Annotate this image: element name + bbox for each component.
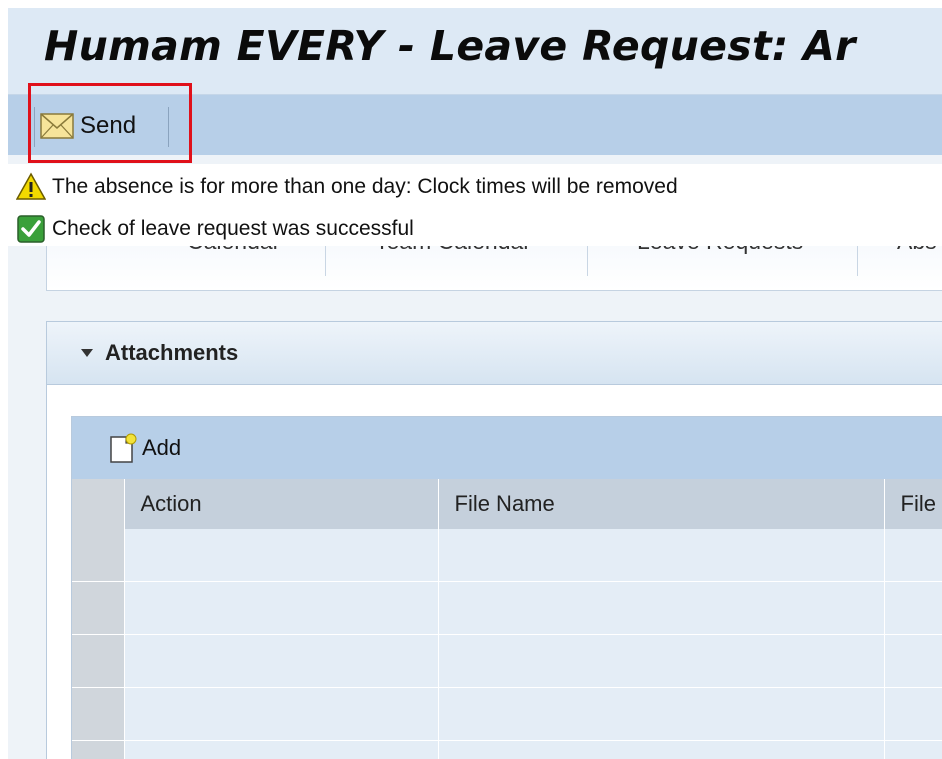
- table-cell: [124, 529, 439, 582]
- attachments-table: Add Action File Name File: [71, 416, 942, 759]
- column-header-file-name[interactable]: File Name: [438, 479, 885, 529]
- new-document-icon: [110, 433, 137, 463]
- table-cell: [438, 529, 885, 582]
- success-message-text: Check of leave request was successful: [52, 217, 414, 240]
- tab-strip: Calendar Team Calendar Leave Requests Ab…: [46, 228, 942, 291]
- table-row[interactable]: [72, 581, 942, 635]
- row-selector[interactable]: [72, 634, 125, 688]
- table-cell: [884, 581, 942, 635]
- attachments-title: Attachments: [105, 340, 239, 365]
- table-cell: [438, 634, 885, 688]
- table-cell: [124, 687, 439, 741]
- row-selector[interactable]: [72, 740, 125, 759]
- checkmark-icon: [17, 215, 45, 243]
- table-cell: [884, 634, 942, 688]
- column-header-action[interactable]: Action: [124, 479, 439, 529]
- table-cell: [438, 687, 885, 741]
- select-all-cell[interactable]: [72, 479, 125, 529]
- table-cell: [438, 581, 885, 635]
- success-message: Check of leave request was successful: [16, 212, 414, 246]
- table-header-row: Action File Name File: [72, 479, 942, 529]
- tab-separator: [325, 246, 326, 276]
- table-cell: [124, 740, 439, 759]
- add-attachment-button[interactable]: Add: [108, 432, 181, 464]
- row-selector[interactable]: [72, 529, 125, 582]
- table-cell: [884, 529, 942, 582]
- warning-message-text: The absence is for more than one day: Cl…: [52, 175, 678, 198]
- table-cell: [124, 634, 439, 688]
- page-title: Humam EVERY - Leave Request: Ar: [44, 22, 856, 70]
- collapse-triangle-icon[interactable]: [81, 349, 93, 357]
- message-area: The absence is for more than one day: Cl…: [8, 164, 942, 246]
- attachments-panel-header[interactable]: Attachments: [47, 322, 942, 385]
- row-selector[interactable]: [72, 581, 125, 635]
- add-button-label: Add: [142, 435, 182, 460]
- warning-icon: [16, 172, 46, 200]
- page: Humam EVERY - Leave Request: Ar Send Cal…: [8, 8, 942, 759]
- tab-separator: [857, 246, 858, 276]
- send-highlight-box: [28, 83, 192, 163]
- attachments-toolbar: Add: [72, 417, 942, 479]
- table-cell: [884, 740, 942, 759]
- table-cell: [438, 740, 885, 759]
- table-row[interactable]: [72, 740, 942, 759]
- warning-message: The absence is for more than one day: Cl…: [16, 170, 678, 204]
- table-cell: [884, 687, 942, 741]
- column-header-file[interactable]: File: [884, 479, 942, 529]
- attachments-panel: Attachments Add Action File Name File: [46, 321, 942, 759]
- table-cell: [124, 581, 439, 635]
- table-row[interactable]: [72, 634, 942, 688]
- tab-separator: [587, 246, 588, 276]
- title-bar: Humam EVERY - Leave Request: Ar: [8, 8, 942, 95]
- table-row[interactable]: [72, 529, 942, 582]
- table-row[interactable]: [72, 687, 942, 741]
- attachments-grid: Action File Name File: [72, 479, 942, 759]
- row-selector[interactable]: [72, 687, 125, 741]
